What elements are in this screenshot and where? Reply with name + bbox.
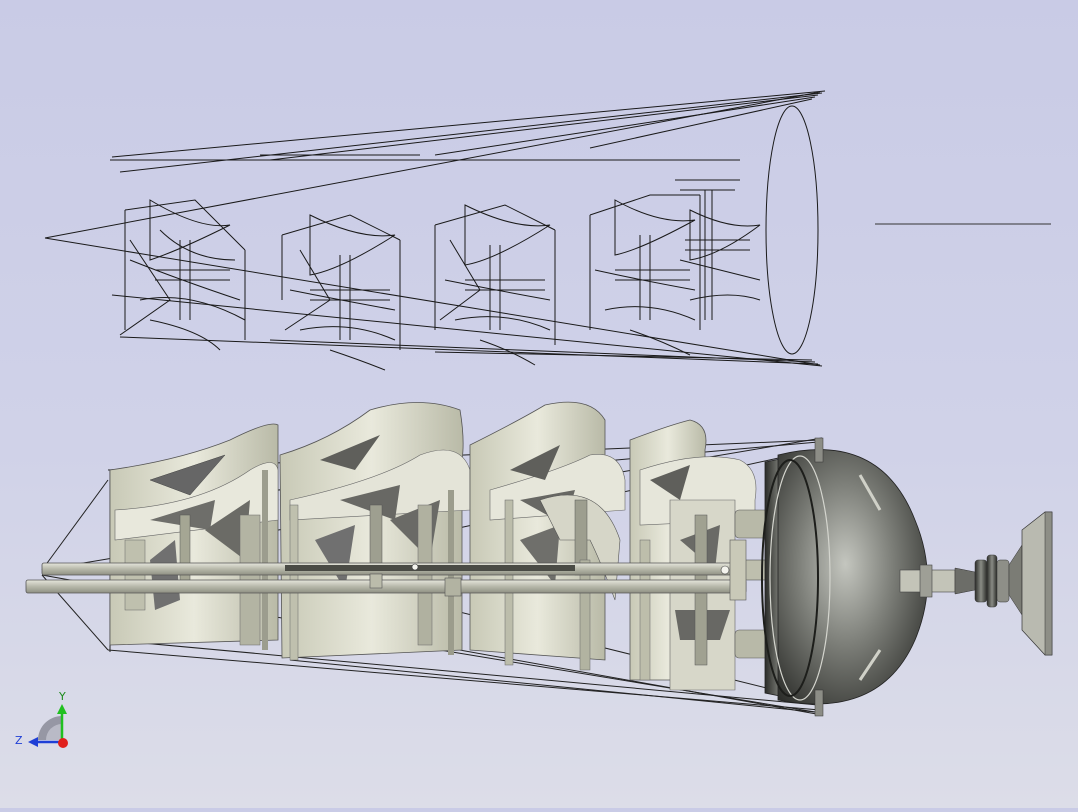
wireframe-blade-cell [119,199,246,351]
output-coupling[interactable] [899,511,1053,656]
cad-graphics-viewport[interactable]: Y Z [0,0,1078,808]
coordinate-triad[interactable]: Y Z [15,690,68,748]
turbine-blade-stage[interactable] [469,401,626,671]
shaded-model[interactable] [25,401,1053,717]
turbine-blade-stage[interactable] [279,402,471,661]
turbine-blade-stage[interactable] [109,423,279,650]
wireframe-blade-cell [675,179,761,320]
wireframe-model[interactable] [44,90,1051,371]
y-axis-label: Y [58,690,66,703]
z-axis-label: Z [15,734,23,747]
x-axis-dot [58,738,68,748]
wireframe-blade-cell [434,204,556,366]
wireframe-blade-cell [589,194,701,356]
wireframe-end-ring [765,105,819,355]
